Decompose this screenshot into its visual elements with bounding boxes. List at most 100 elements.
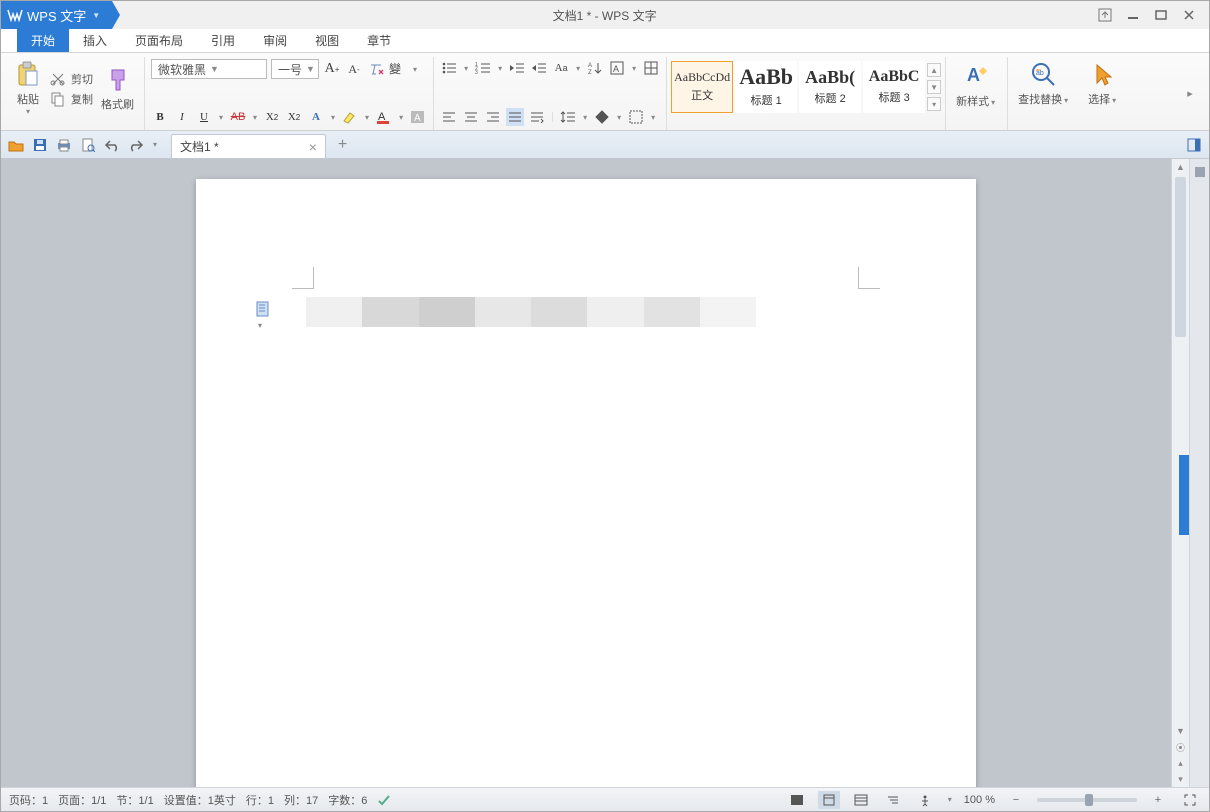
asian-layout-icon[interactable]: A <box>608 59 626 77</box>
bullets-icon[interactable] <box>440 59 458 77</box>
document-area[interactable]: ▾ <box>1 159 1171 787</box>
scroll-down[interactable]: ▼ <box>1172 723 1189 739</box>
app-menu-dropdown[interactable]: ▼ <box>90 11 102 20</box>
font-size-combo[interactable]: 一号▼ <box>271 59 319 79</box>
scroll-thumb[interactable] <box>1175 177 1186 337</box>
table-border-icon[interactable] <box>627 108 645 126</box>
menu-tab-references[interactable]: 引用 <box>197 29 249 52</box>
underline-icon[interactable]: U <box>195 108 213 126</box>
zoom-slider[interactable] <box>1037 798 1137 802</box>
status-col[interactable]: 列：17 <box>284 792 318 808</box>
view-print-layout-icon[interactable] <box>818 791 840 809</box>
save-icon[interactable] <box>31 136 49 154</box>
sort-icon[interactable]: AZ <box>586 59 604 77</box>
menu-tab-page-layout[interactable]: 页面布局 <box>121 29 197 52</box>
view-outline-icon[interactable] <box>882 791 904 809</box>
menu-tab-review[interactable]: 审阅 <box>249 29 301 52</box>
status-page[interactable]: 页面：1/1 <box>58 792 106 808</box>
numbering-icon[interactable]: 123 <box>474 59 492 77</box>
style-heading1[interactable]: AaBb 标题 1 <box>735 61 797 113</box>
format-painter-button[interactable]: 格式刷 <box>97 64 138 114</box>
grow-font-icon[interactable]: A+ <box>323 60 341 78</box>
menu-tab-view[interactable]: 视图 <box>301 29 353 52</box>
close-button[interactable] <box>1181 7 1197 23</box>
paragraph-options-icon[interactable]: ▾ <box>256 301 272 337</box>
cut-button[interactable]: 剪切 <box>49 70 93 88</box>
align-distribute-icon[interactable] <box>528 108 546 126</box>
view-fullscreen-icon[interactable] <box>786 791 808 809</box>
page-up-icon[interactable]: ⦿ <box>1172 739 1189 755</box>
quickbar-customize[interactable]: ▾ <box>151 140 159 149</box>
status-setting[interactable]: 设置值：1英寸 <box>164 792 236 808</box>
text-effects-icon[interactable]: A <box>307 108 325 126</box>
align-left-icon[interactable] <box>440 108 458 126</box>
side-panel-handle[interactable] <box>1179 455 1189 535</box>
scroll-track[interactable] <box>1172 175 1189 723</box>
highlight-icon[interactable] <box>341 108 359 126</box>
italic-icon[interactable]: I <box>173 108 191 126</box>
line-spacing-icon[interactable] <box>559 108 577 126</box>
styles-scroll-down[interactable]: ▼ <box>927 80 941 94</box>
superscript-icon[interactable]: X2 <box>263 108 281 126</box>
document-tab-close[interactable]: × <box>309 139 317 155</box>
paste-button[interactable]: 粘贴▾ <box>11 59 45 118</box>
print-preview-icon[interactable] <box>79 136 97 154</box>
new-style-button[interactable]: A 新样式▾ <box>952 59 1001 111</box>
change-case-icon[interactable]: Aa <box>552 59 570 77</box>
task-pane-icon[interactable] <box>1185 136 1203 154</box>
phonetic-guide-icon[interactable]: 變 <box>389 60 407 78</box>
minimize-button[interactable] <box>1125 7 1141 23</box>
char-shading-icon[interactable]: A <box>409 108 427 126</box>
scroll-up[interactable]: ▲ <box>1172 159 1189 175</box>
menu-tab-insert[interactable]: 插入 <box>69 29 121 52</box>
maximize-button[interactable] <box>1153 7 1169 23</box>
redo-icon[interactable] <box>127 136 145 154</box>
app-badge[interactable]: WPS 文字 ▼ <box>1 1 112 29</box>
print-icon[interactable] <box>55 136 73 154</box>
subscript-icon[interactable]: X2 <box>285 108 303 126</box>
zoom-value[interactable]: 100 % <box>964 794 995 806</box>
shading-icon[interactable] <box>593 108 611 126</box>
status-section[interactable]: 节：1/1 <box>116 792 153 808</box>
open-icon[interactable] <box>7 136 25 154</box>
new-tab-button[interactable]: + <box>332 136 353 154</box>
view-web-layout-icon[interactable] <box>850 791 872 809</box>
styles-expand[interactable]: ▾ <box>927 97 941 111</box>
zoom-knob[interactable] <box>1085 794 1093 806</box>
vertical-scrollbar[interactable]: ▲ ▼ ⦿ ▴ ▾ <box>1171 159 1189 787</box>
shrink-font-icon[interactable]: A- <box>345 60 363 78</box>
zoom-out-button[interactable]: − <box>1005 791 1027 809</box>
align-justify-icon[interactable] <box>506 108 524 126</box>
undo-icon[interactable] <box>103 136 121 154</box>
decrease-indent-icon[interactable] <box>508 59 526 77</box>
spellcheck-icon[interactable] <box>377 793 391 807</box>
clear-format-icon[interactable] <box>367 60 385 78</box>
next-page-icon[interactable]: ▾ <box>1172 771 1189 787</box>
select-button[interactable]: 选择▾ <box>1084 59 1122 109</box>
increase-indent-icon[interactable] <box>530 59 548 77</box>
menu-tab-chapter[interactable]: 章节 <box>353 29 405 52</box>
styles-scroll-up[interactable]: ▲ <box>927 63 941 77</box>
document-tab[interactable]: 文档1 * × <box>171 134 326 158</box>
ribbon-expand-icon[interactable]: ▸ <box>1181 85 1199 103</box>
fit-window-icon[interactable] <box>1179 791 1201 809</box>
find-replace-button[interactable]: abac 查找替换▾ <box>1014 59 1074 109</box>
copy-button[interactable]: 复制 <box>49 90 93 108</box>
align-center-icon[interactable] <box>462 108 480 126</box>
status-words[interactable]: 字数：6 <box>328 792 367 808</box>
style-heading3[interactable]: AaBbC 标题 3 <box>863 61 925 113</box>
borders-icon[interactable] <box>642 59 660 77</box>
status-row[interactable]: 行：1 <box>246 792 274 808</box>
window-upload-icon[interactable] <box>1097 7 1113 23</box>
strikethrough-icon[interactable]: AB <box>229 108 247 126</box>
prev-page-icon[interactable]: ▴ <box>1172 755 1189 771</box>
side-panel-icon[interactable] <box>1193 165 1207 179</box>
menu-tab-home[interactable]: 开始 <box>17 29 69 52</box>
font-color-icon[interactable]: A <box>375 108 393 126</box>
view-read-icon[interactable] <box>914 791 936 809</box>
style-heading2[interactable]: AaBb( 标题 2 <box>799 61 861 113</box>
status-page-no[interactable]: 页码：1 <box>9 792 48 808</box>
style-normal[interactable]: AaBbCcDd 正文 <box>671 61 733 113</box>
page[interactable]: ▾ <box>196 179 976 787</box>
align-right-icon[interactable] <box>484 108 502 126</box>
